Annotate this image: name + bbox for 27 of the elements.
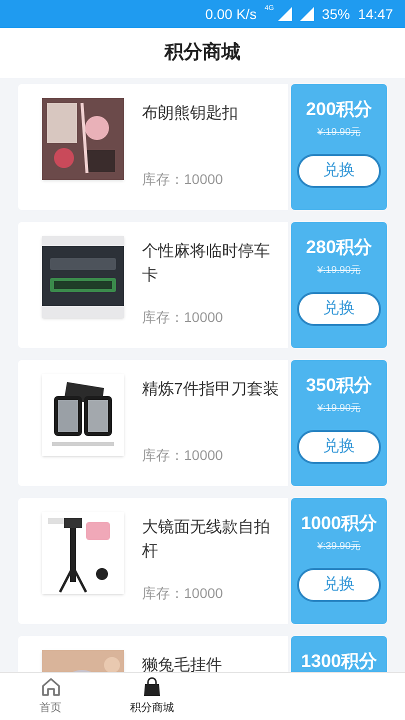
original-price: ¥:19.90元 [317,264,361,278]
points-price: 1000积分 [300,512,378,535]
product-name: 獭兔毛挂件 [142,656,223,672]
points-price: 200积分 [306,98,372,121]
tab-item[interactable]: 首页 [0,673,102,720]
tab-item[interactable]: 积分商城 [101,673,202,720]
product-name: 个性麻将临时停车卡 [142,242,271,286]
stock-count: 库存：10000 [142,584,224,603]
product-name: 布朗熊钥匙扣 [142,104,239,124]
stock-count: 库存：10000 [142,170,224,189]
battery-level: 35% [322,4,350,24]
stock-count: 库存：10000 [142,446,224,465]
points-price: 280积分 [306,236,372,259]
page-title: 积分商城 [164,40,240,65]
signal-icon [278,7,292,21]
original-price: ¥:19.90元 [317,402,361,416]
points-price: 350积分 [306,374,372,397]
points-price: 1300积分 [300,650,378,672]
product-name: 大镜面无线款自拍杆 [142,518,271,562]
original-price: ¥:39.90元 [317,540,361,554]
product-name: 精炼7件指甲刀套装 [142,380,280,400]
stock-count: 库存：10000 [142,308,224,327]
network-speed: 0.00 K/s [205,4,257,24]
clock: 14:47 [358,4,393,24]
signal-icon [300,7,314,21]
original-price: ¥:19.90元 [317,126,361,140]
home-icon [40,676,62,698]
